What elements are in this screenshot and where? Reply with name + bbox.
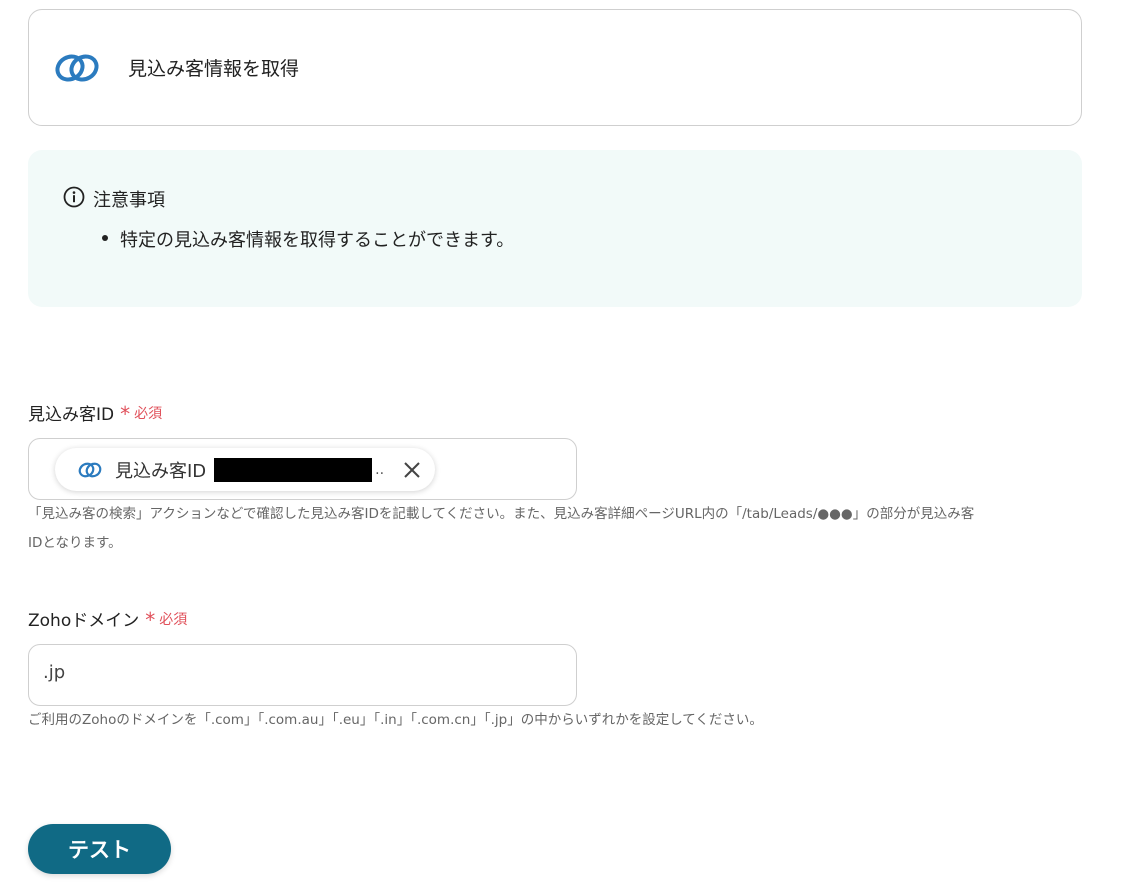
test-button[interactable]: テスト	[28, 824, 171, 874]
action-card[interactable]: 見込み客情報を取得	[28, 9, 1082, 126]
zoho-domain-value: .jp	[43, 662, 66, 683]
required-asterisk: *	[145, 608, 156, 632]
action-title: 見込み客情報を取得	[128, 58, 300, 80]
chip-label: 見込み客ID	[115, 460, 207, 482]
required-badge: 必須	[159, 611, 188, 628]
lead-id-label: 見込み客ID * 必須	[28, 399, 162, 426]
lead-id-help-line2: IDとなります。	[28, 535, 122, 551]
zoho-crm-link-icon	[53, 52, 101, 84]
notice-list: 特定の見込み客情報を取得することができます。	[101, 226, 514, 252]
chip-ellipsis: ..	[375, 461, 385, 478]
lead-id-label-text: 見込み客ID	[28, 405, 115, 425]
lead-id-help: 「見込み客の検索」アクションなどで確認した見込み客IDを記載してください。また、…	[28, 500, 1088, 558]
zoho-crm-link-icon	[77, 461, 103, 479]
info-circle-icon	[63, 186, 85, 212]
lead-id-input[interactable]: 見込み客ID ..	[28, 438, 577, 500]
page: 見込み客情報を取得 注意事項 特定の見込み客情報を取得することができます。 見込…	[0, 0, 1123, 890]
notice-box: 注意事項 特定の見込み客情報を取得することができます。	[28, 150, 1082, 307]
close-icon[interactable]	[402, 460, 422, 480]
notice-header: 注意事項	[63, 186, 165, 212]
lead-id-variable-chip[interactable]: 見込み客ID ..	[55, 448, 435, 491]
required-badge: 必須	[134, 405, 163, 422]
notice-title: 注意事項	[93, 190, 165, 211]
required-asterisk: *	[120, 402, 131, 426]
lead-id-help-line1: 「見込み客の検索」アクションなどで確認した見込み客IDを記載してください。また、…	[28, 506, 975, 522]
redacted-value	[214, 457, 373, 482]
zoho-domain-label-text: Zohoドメイン	[28, 611, 140, 631]
zoho-domain-input[interactable]: .jp	[28, 644, 577, 706]
zoho-domain-label: Zohoドメイン * 必須	[28, 605, 187, 632]
notice-item: 特定の見込み客情報を取得することができます。	[101, 226, 514, 252]
zoho-domain-help: ご利用のZohoのドメインを「.com」「.com.au」「.eu」「.in」「…	[28, 712, 763, 728]
